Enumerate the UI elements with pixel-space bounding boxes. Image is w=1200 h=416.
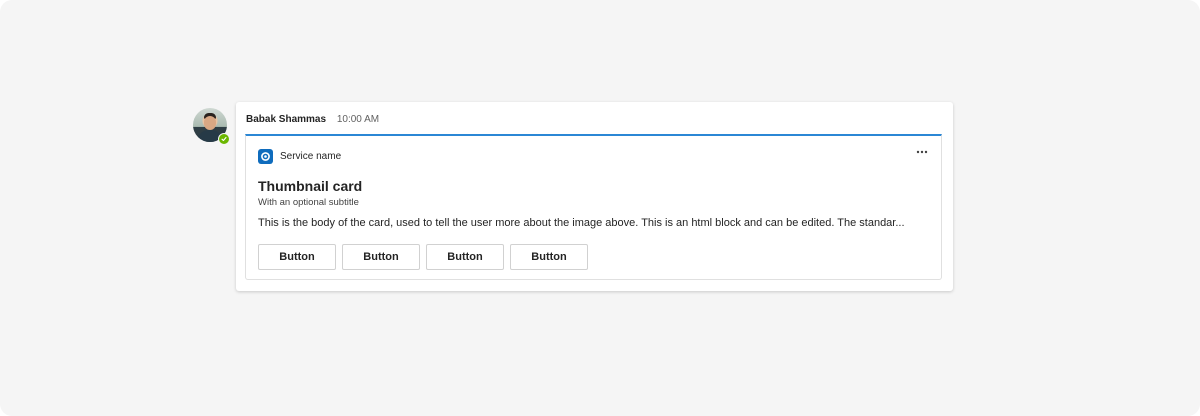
card-body-text: This is the body of the card, used to te… [258, 217, 905, 229]
chat-canvas: Babak Shammas 10:00 AM Service name Thum… [0, 0, 1200, 416]
card-action-button-4[interactable]: Button [510, 244, 588, 270]
card-action-button-3[interactable]: Button [426, 244, 504, 270]
message-header: Babak Shammas 10:00 AM [246, 114, 379, 126]
author-name[interactable]: Babak Shammas [246, 114, 326, 125]
card-subtitle: With an optional subtitle [258, 197, 359, 208]
avatar-face [204, 116, 216, 130]
card-actions: Button Button Button Button [258, 244, 588, 270]
service-ring-icon [258, 148, 273, 164]
thumbnail-card: Service name Thumbnail card With an opti… [245, 134, 942, 280]
chat-message: Babak Shammas 10:00 AM Service name Thum… [236, 102, 953, 291]
service-name: Service name [280, 150, 342, 162]
message-timestamp: 10:00 AM [336, 114, 380, 125]
card-action-button-1[interactable]: Button [258, 244, 336, 270]
card-action-button-2[interactable]: Button [342, 244, 420, 270]
service-header: Service name [258, 148, 341, 164]
card-title: Thumbnail card [258, 178, 363, 194]
more-options-icon[interactable] [914, 146, 930, 158]
presence-available-icon [218, 133, 230, 145]
